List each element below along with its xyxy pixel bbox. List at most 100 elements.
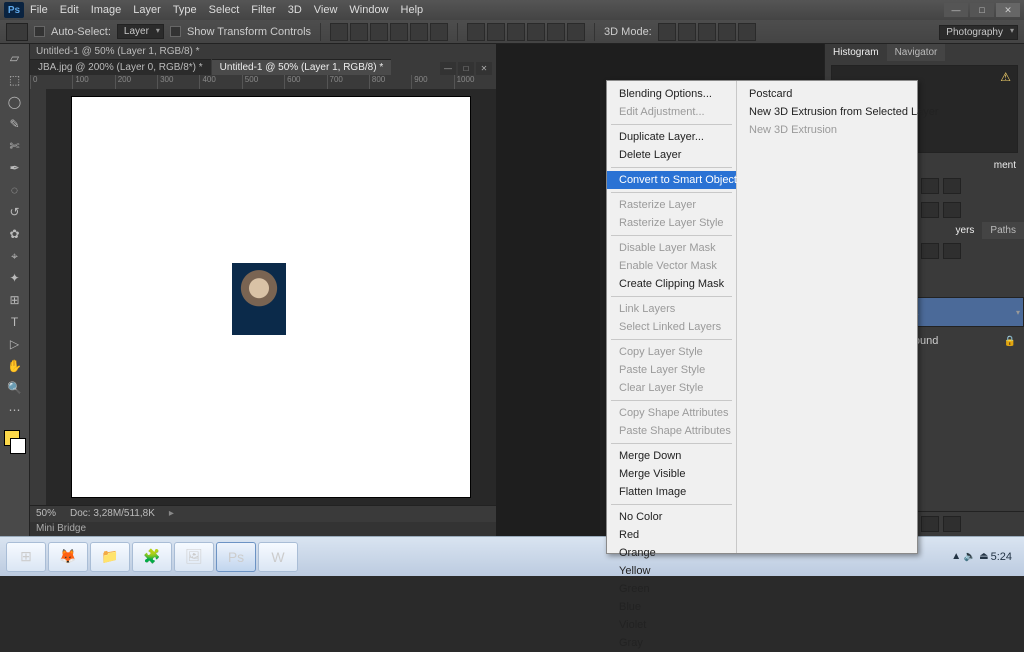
menu-item[interactable]: Orange (607, 544, 736, 562)
doc-tab-active[interactable]: Untitled-1 @ 50% (Layer 1, RGB/8) * (212, 59, 392, 75)
placed-image[interactable] (232, 263, 286, 335)
tool-button[interactable]: ⬚ (4, 70, 26, 90)
tab-histogram[interactable]: Histogram (825, 44, 887, 61)
dist-icon[interactable] (567, 23, 585, 41)
tool-button[interactable]: ◌ (4, 180, 26, 200)
doc-tab[interactable]: JBA.jpg @ 200% (Layer 0, RGB/8*) * (30, 59, 211, 75)
menu-item[interactable]: No Color (607, 508, 736, 526)
autoselect-mode-select[interactable]: Layer (117, 24, 164, 39)
tool-button[interactable]: 🔍 (4, 378, 26, 398)
tool-button[interactable]: ✄ (4, 136, 26, 156)
tool-button[interactable]: ✒ (4, 158, 26, 178)
menu-item[interactable]: Yellow (607, 562, 736, 580)
tab-layers[interactable]: yers (948, 222, 983, 239)
menu-filter[interactable]: Filter (251, 4, 275, 16)
menu-item[interactable]: Blue (607, 598, 736, 616)
taskbar-app[interactable]: 🖼 (174, 542, 214, 572)
canvas[interactable] (46, 89, 496, 505)
align-icon[interactable] (430, 23, 448, 41)
taskbar-app[interactable]: 🦊 (48, 542, 88, 572)
workspace-select[interactable]: Photography (939, 25, 1018, 40)
menu-image[interactable]: Image (91, 4, 122, 16)
menu-layer[interactable]: Layer (133, 4, 161, 16)
tool-button[interactable]: ✿ (4, 224, 26, 244)
tool-button[interactable]: ⌖ (4, 246, 26, 266)
autoselect-checkbox[interactable] (34, 26, 45, 37)
tab-paths[interactable]: Paths (982, 222, 1024, 239)
warning-icon[interactable]: ⚠ (1000, 70, 1011, 84)
tool-button[interactable]: ✎ (4, 114, 26, 134)
menu-type[interactable]: Type (173, 4, 197, 16)
tool-button[interactable]: ✦ (4, 268, 26, 288)
align-icon[interactable] (390, 23, 408, 41)
menu-item[interactable]: Delete Layer (607, 146, 736, 164)
menu-item[interactable]: Red (607, 526, 736, 544)
menu-item[interactable]: Postcard (737, 85, 951, 103)
taskbar-app[interactable]: 📁 (90, 542, 130, 572)
align-icon[interactable] (350, 23, 368, 41)
tool-button[interactable]: ⊞ (4, 290, 26, 310)
tool-button[interactable]: ▷ (4, 334, 26, 354)
3d-icon[interactable] (718, 23, 736, 41)
menu-item[interactable]: Create Clipping Mask (607, 275, 736, 293)
menu-item[interactable]: Green (607, 580, 736, 598)
doc-close-icon[interactable]: ✕ (476, 62, 492, 75)
tab-adjustments[interactable]: ment (986, 157, 1024, 174)
minimize-button[interactable]: — (944, 3, 968, 17)
menu-item: Rasterize Layer Style (607, 214, 736, 232)
menu-file[interactable]: File (30, 4, 48, 16)
menu-help[interactable]: Help (401, 4, 424, 16)
dist-icon[interactable] (507, 23, 525, 41)
zoom-readout[interactable]: 50% (36, 508, 56, 519)
3d-icon[interactable] (698, 23, 716, 41)
taskbar-app[interactable]: W (258, 542, 298, 572)
clock[interactable]: 5:24 (991, 551, 1018, 563)
tool-button[interactable]: ✋ (4, 356, 26, 376)
tool-button[interactable]: ▱ (4, 48, 26, 68)
system-tray[interactable]: ▲ 🔈 ⏏ (951, 551, 988, 562)
start-button[interactable]: ⊞ (6, 542, 46, 572)
menu-item[interactable]: Flatten Image (607, 483, 736, 501)
menu-item[interactable]: Merge Visible (607, 465, 736, 483)
lock-icon[interactable]: 🔒 (1004, 336, 1016, 347)
dist-icon[interactable] (527, 23, 545, 41)
taskbar-app[interactable]: 🧩 (132, 542, 172, 572)
menu-item[interactable]: Merge Down (607, 447, 736, 465)
doc-max-icon[interactable]: □ (458, 62, 474, 75)
close-button[interactable]: ✕ (996, 3, 1020, 17)
menu-item[interactable]: Duplicate Layer... (607, 128, 736, 146)
menu-edit[interactable]: Edit (60, 4, 79, 16)
dist-icon[interactable] (547, 23, 565, 41)
tool-button[interactable]: ⋯ (4, 400, 26, 420)
artboard[interactable] (72, 97, 470, 497)
mini-bridge-tab[interactable]: Mini Bridge (30, 522, 496, 537)
tool-button[interactable]: T (4, 312, 26, 332)
doc-min-icon[interactable]: — (440, 62, 456, 75)
menu-item[interactable]: Violet (607, 616, 736, 634)
menu-select[interactable]: Select (209, 4, 240, 16)
3d-icon[interactable] (678, 23, 696, 41)
menu-view[interactable]: View (314, 4, 338, 16)
dist-icon[interactable] (467, 23, 485, 41)
show-transform-checkbox[interactable] (170, 26, 181, 37)
tool-button[interactable]: ↺ (4, 202, 26, 222)
tab-navigator[interactable]: Navigator (887, 44, 946, 61)
dist-icon[interactable] (487, 23, 505, 41)
menu-item[interactable]: New 3D Extrusion from Selected Layer (737, 103, 951, 121)
menu-item[interactable]: Gray (607, 634, 736, 652)
menu-window[interactable]: Window (349, 4, 388, 16)
document-area: Untitled-1 @ 50% (Layer 1, RGB/8) * JBA.… (30, 44, 496, 536)
menu-item[interactable]: Blending Options... (607, 85, 736, 103)
align-icon[interactable] (410, 23, 428, 41)
taskbar-app[interactable]: Ps (216, 542, 256, 572)
3d-icon[interactable] (738, 23, 756, 41)
align-icon[interactable] (330, 23, 348, 41)
menu-item[interactable]: Convert to Smart Object (607, 171, 736, 189)
maximize-button[interactable]: □ (970, 3, 994, 17)
move-tool-icon[interactable] (6, 23, 28, 41)
align-icon[interactable] (370, 23, 388, 41)
menu-3d[interactable]: 3D (288, 4, 302, 16)
3d-icon[interactable] (658, 23, 676, 41)
tool-button[interactable]: ◯ (4, 92, 26, 112)
background-swatch[interactable] (10, 438, 26, 454)
